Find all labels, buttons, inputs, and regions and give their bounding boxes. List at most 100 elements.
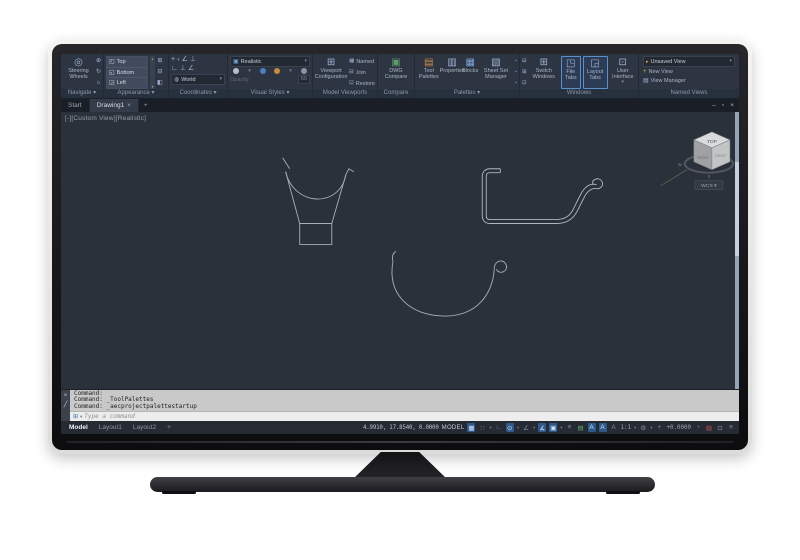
- annotation-monitor-toggle[interactable]: +: [656, 423, 664, 432]
- tab-start[interactable]: Start: [61, 99, 90, 112]
- annotation-scale-caret-icon[interactable]: ▾: [634, 425, 636, 431]
- view-list-item-bottom[interactable]: ◱ Bottom: [107, 68, 147, 79]
- orbit-icon[interactable]: ↻: [96, 69, 101, 76]
- model-viewports-panel-title[interactable]: Model Viewports: [313, 89, 377, 98]
- drawing-canvas[interactable]: TOP FRONT RIGHT W E S WCS ▾: [61, 112, 739, 389]
- wcs-dropdown-label[interactable]: WCS ▾: [701, 183, 717, 189]
- command-prompt-caret-icon[interactable]: ▾: [80, 414, 82, 420]
- tab-model[interactable]: Model: [65, 424, 92, 431]
- viewport-configuration-button[interactable]: ⊞ Viewport Configuration: [315, 56, 347, 89]
- workspace-caret-icon[interactable]: ▾: [650, 425, 652, 431]
- opacity-value[interactable]: 60: [298, 75, 310, 84]
- view-list-item-left[interactable]: ◲ Left: [107, 78, 147, 88]
- view-manager-button[interactable]: ▤View Manager: [643, 77, 735, 85]
- drawing-gutter-half-round[interactable]: [392, 251, 507, 316]
- command-close-icon[interactable]: ×: [64, 393, 68, 399]
- command-history[interactable]: Command: Command: _ToolPalettes Command:…: [70, 390, 739, 411]
- compare-panel-title[interactable]: Compare: [378, 89, 414, 98]
- tool-palettes-button[interactable]: ▤ Tool Palettes: [417, 56, 441, 89]
- view-list-item-top[interactable]: ◰ Top: [107, 57, 147, 68]
- osnap-caret-icon[interactable]: ▾: [560, 425, 562, 431]
- snap-mode-toggle[interactable]: ∷: [478, 423, 486, 432]
- properties-button[interactable]: ▥ Properties: [443, 56, 462, 89]
- steering-wheels-button[interactable]: ◎ Steering Wheels: [63, 56, 94, 89]
- tab-layout1[interactable]: Layout1: [95, 424, 126, 431]
- viewport-scrollbar[interactable]: [735, 112, 739, 389]
- object-snap-tracking-toggle[interactable]: ∡: [538, 423, 546, 432]
- pan-icon[interactable]: ⊕: [96, 58, 101, 65]
- ucs-caret-icon[interactable]: ▾: [177, 58, 180, 63]
- grid-display-toggle[interactable]: ▦: [467, 423, 475, 432]
- view-list[interactable]: ◰ Top ◱ Bottom ◲ Left: [106, 56, 148, 89]
- snap-caret-icon[interactable]: ▾: [489, 425, 491, 431]
- workspace-switching-button[interactable]: ⚙: [639, 423, 647, 432]
- tile-vertical-icon[interactable]: ⊞: [522, 69, 527, 76]
- navigate-panel-title[interactable]: Navigate ▾: [61, 89, 103, 98]
- drawing-gutter-outlet[interactable]: [283, 158, 354, 245]
- ucs-view-icon[interactable]: ∠: [188, 65, 194, 73]
- tile-horizontal-icon[interactable]: ⊟: [522, 58, 527, 65]
- selection-cycling-toggle[interactable]: ▤: [577, 423, 585, 432]
- lighting-caret-icon[interactable]: ▾: [289, 69, 292, 74]
- compass-west-label[interactable]: W: [678, 162, 682, 167]
- layout-tabs-button[interactable]: ◲ Layout Tabs: [583, 56, 608, 89]
- maximize-viewport-icon[interactable]: ⊞: [157, 58, 162, 65]
- command-input[interactable]: [84, 413, 736, 420]
- appearance-panel-title[interactable]: Appearance ▾: [104, 89, 168, 98]
- new-view-button[interactable]: +New View: [643, 68, 735, 76]
- isometric-drafting-toggle[interactable]: ∠: [522, 423, 530, 432]
- palette-mini-icon[interactable]: ▪: [515, 69, 517, 76]
- customization-menu-button[interactable]: ≡: [727, 423, 735, 432]
- viewcube[interactable]: TOP FRONT RIGHT W E S WCS ▾: [661, 132, 739, 190]
- edge-effects-icon[interactable]: [233, 68, 239, 74]
- minimize-icon[interactable]: –: [712, 102, 716, 109]
- clean-screen-button[interactable]: ⊡: [716, 423, 724, 432]
- lineweight-toggle[interactable]: ≡: [566, 423, 574, 432]
- ortho-mode-toggle[interactable]: ∟: [495, 423, 503, 432]
- object-snap-toggle[interactable]: ▣: [549, 423, 557, 432]
- materials-icon[interactable]: [301, 68, 307, 74]
- file-tabs-button[interactable]: ◳ File Tabs: [561, 56, 581, 89]
- restore-viewport-icon[interactable]: ⊟: [157, 69, 162, 76]
- new-tab-button[interactable]: +: [139, 99, 153, 112]
- visual-styles-panel-title[interactable]: Visual Styles ▾: [228, 89, 312, 98]
- compass-south-label[interactable]: S: [708, 174, 711, 179]
- cascade-icon[interactable]: ⊡: [522, 80, 527, 87]
- lighting-icon[interactable]: [274, 68, 280, 74]
- ucs-origin-icon[interactable]: ∠: [182, 56, 188, 64]
- ucs-dropdown[interactable]: ◍ World ▾: [171, 74, 225, 85]
- user-interface-button[interactable]: ⊡ User Interface ▾: [610, 56, 637, 89]
- tab-layout2[interactable]: Layout2: [129, 424, 160, 431]
- blocks-button[interactable]: ▦ Blocks: [464, 56, 477, 89]
- named-views-panel-title[interactable]: Named Views: [639, 89, 739, 98]
- restore-icon[interactable]: ▫: [722, 102, 724, 109]
- shade-cube-icon[interactable]: ◧: [157, 80, 163, 87]
- palette-mini-icon[interactable]: ▪: [515, 80, 517, 87]
- new-layout-button[interactable]: +: [163, 424, 175, 431]
- palettes-panel-title[interactable]: Palettes ▾: [415, 89, 519, 98]
- polar-caret-icon[interactable]: ▾: [517, 425, 519, 431]
- command-window-grip[interactable]: × ╱: [61, 390, 70, 421]
- visual-style-dropdown[interactable]: ▣ Realistic ▾: [230, 56, 310, 67]
- tab-close-icon[interactable]: ×: [127, 103, 131, 109]
- command-tools-icon[interactable]: ╱: [64, 402, 68, 408]
- iso-caret-icon[interactable]: ▾: [533, 425, 535, 431]
- model-space-button[interactable]: MODEL: [442, 425, 465, 431]
- edge-caret-icon[interactable]: ▾: [248, 69, 251, 74]
- restore-viewports-button[interactable]: ⊡Restore: [349, 80, 375, 88]
- drawing-gutter-box[interactable]: [482, 169, 602, 224]
- tab-drawing1[interactable]: Drawing1 ×: [90, 99, 139, 112]
- annotation-visibility-toggle[interactable]: A: [588, 423, 596, 432]
- view-list-scrollbar[interactable]: ▴▾: [150, 56, 155, 89]
- annotation-scale-value[interactable]: 1:1: [621, 425, 631, 431]
- graphics-performance-button[interactable]: ◔: [694, 423, 702, 432]
- named-viewports-button[interactable]: ▦Named: [349, 58, 374, 66]
- ucs-face-icon[interactable]: ⊥: [180, 65, 186, 73]
- annotation-scale-icon[interactable]: A: [610, 423, 618, 432]
- ucs-3point-icon[interactable]: ∟: [171, 65, 178, 73]
- annotation-autoscale-toggle[interactable]: A: [599, 423, 607, 432]
- zoom-extents-icon[interactable]: ⌂: [97, 80, 101, 87]
- ucs-z-axis-icon[interactable]: ⊥: [190, 56, 196, 64]
- isolate-objects-button[interactable]: ▨: [705, 423, 713, 432]
- join-viewports-button[interactable]: ⊟Join: [349, 69, 366, 77]
